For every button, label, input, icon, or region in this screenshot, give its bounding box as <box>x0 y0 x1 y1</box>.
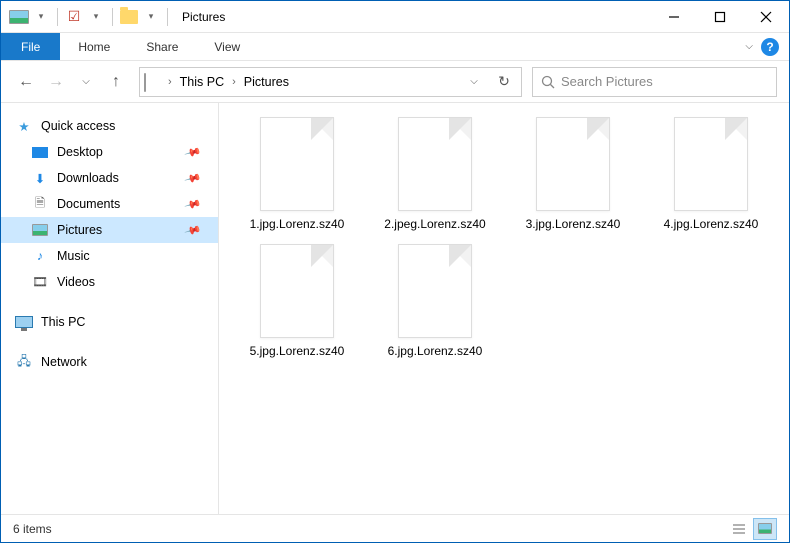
address-dropdown-icon[interactable]: ⌵ <box>461 69 487 95</box>
pin-icon: 📌 <box>184 169 202 187</box>
sidebar-item-label: Documents <box>57 197 120 211</box>
file-icon <box>536 117 610 211</box>
file-item[interactable]: 3.jpg.Lorenz.sz40 <box>513 117 633 232</box>
divider <box>167 8 168 26</box>
desktop-icon <box>31 143 49 161</box>
explorer-window: ▾ ☑ ▾ ▾ Pictures File Home Share View ⌵ … <box>0 0 790 543</box>
sidebar-item-documents[interactable]: 🗎 Documents 📌 <box>1 191 218 217</box>
divider <box>57 8 58 26</box>
body: ★ Quick access Desktop 📌 ⬇ Downloads 📌 🗎… <box>1 103 789 514</box>
file-icon <box>398 244 472 338</box>
window-controls <box>651 2 789 32</box>
divider <box>112 8 113 26</box>
details-view-button[interactable] <box>727 518 751 540</box>
help-icon[interactable]: ? <box>761 38 779 56</box>
app-icon <box>9 7 29 27</box>
expand-ribbon-icon[interactable]: ⌵ <box>745 41 753 52</box>
tab-home[interactable]: Home <box>60 33 128 60</box>
pin-icon: 📌 <box>184 143 202 161</box>
chevron-right-icon[interactable]: › <box>232 76 236 88</box>
sidebar-item-desktop[interactable]: Desktop 📌 <box>1 139 218 165</box>
tab-view[interactable]: View <box>196 33 258 60</box>
qat-properties-icon[interactable]: ☑ <box>64 7 84 27</box>
forward-button[interactable]: → <box>43 69 69 95</box>
minimize-button[interactable] <box>651 2 697 32</box>
qat-folder-icon[interactable] <box>119 7 139 27</box>
location-icon <box>144 74 164 90</box>
qat-chevron-icon[interactable]: ▾ <box>31 7 51 27</box>
navbar: ← → ⌵ ↑ › This PC › Pictures ⌵ ↻ <box>1 61 789 103</box>
sidebar-label: This PC <box>41 315 85 329</box>
file-icon <box>260 244 334 338</box>
sidebar-item-downloads[interactable]: ⬇ Downloads 📌 <box>1 165 218 191</box>
sidebar-item-label: Downloads <box>57 171 119 185</box>
up-button[interactable]: ↑ <box>103 69 129 95</box>
status-bar: 6 items <box>1 514 789 542</box>
sidebar-item-label: Desktop <box>57 145 103 159</box>
star-icon: ★ <box>15 117 33 135</box>
file-item[interactable]: 5.jpg.Lorenz.sz40 <box>237 244 357 359</box>
back-button[interactable]: ← <box>13 69 39 95</box>
file-name: 1.jpg.Lorenz.sz40 <box>250 217 345 232</box>
file-view[interactable]: 1.jpg.Lorenz.sz40 2.jpeg.Lorenz.sz40 3.j… <box>219 103 789 514</box>
file-item[interactable]: 1.jpg.Lorenz.sz40 <box>237 117 357 232</box>
file-grid: 1.jpg.Lorenz.sz40 2.jpeg.Lorenz.sz40 3.j… <box>237 117 779 359</box>
network-icon: 🖧 <box>15 353 33 371</box>
file-name: 2.jpeg.Lorenz.sz40 <box>384 217 485 232</box>
file-item[interactable]: 4.jpg.Lorenz.sz40 <box>651 117 771 232</box>
breadcrumb-pictures[interactable]: Pictures <box>240 75 293 89</box>
breadcrumb-this-pc[interactable]: This PC <box>176 75 228 89</box>
refresh-button[interactable]: ↻ <box>491 69 517 95</box>
sidebar-item-videos[interactable]: 🎞 Videos <box>1 269 218 295</box>
qat-chevron-icon[interactable]: ▾ <box>86 7 106 27</box>
sidebar-item-music[interactable]: ♪ Music <box>1 243 218 269</box>
qat: ▾ ☑ ▾ ▾ Pictures <box>1 7 225 27</box>
icons-view-button[interactable] <box>753 518 777 540</box>
this-pc-icon <box>15 313 33 331</box>
window-title: Pictures <box>182 10 225 24</box>
sidebar-quick-access[interactable]: ★ Quick access <box>1 113 218 139</box>
sidebar-item-label: Music <box>57 249 90 263</box>
sidebar-item-label: Pictures <box>57 223 102 237</box>
recent-dropdown-icon[interactable]: ⌵ <box>73 69 99 95</box>
pictures-icon <box>31 221 49 239</box>
documents-icon: 🗎 <box>31 195 49 213</box>
file-item[interactable]: 2.jpeg.Lorenz.sz40 <box>375 117 495 232</box>
file-item[interactable]: 6.jpg.Lorenz.sz40 <box>375 244 495 359</box>
titlebar: ▾ ☑ ▾ ▾ Pictures <box>1 1 789 33</box>
search-box[interactable] <box>532 67 777 97</box>
close-button[interactable] <box>743 2 789 32</box>
videos-icon: 🎞 <box>31 273 49 291</box>
pin-icon: 📌 <box>184 221 202 239</box>
sidebar-this-pc[interactable]: This PC <box>1 309 218 335</box>
sidebar-network[interactable]: 🖧 Network <box>1 349 218 375</box>
file-name: 5.jpg.Lorenz.sz40 <box>250 344 345 359</box>
file-name: 4.jpg.Lorenz.sz40 <box>664 217 759 232</box>
qat-dropdown-icon[interactable]: ▾ <box>141 7 161 27</box>
file-icon <box>398 117 472 211</box>
sidebar-label: Quick access <box>41 119 115 133</box>
file-name: 3.jpg.Lorenz.sz40 <box>526 217 621 232</box>
file-icon <box>260 117 334 211</box>
maximize-button[interactable] <box>697 2 743 32</box>
sidebar-item-label: Videos <box>57 275 95 289</box>
address-bar[interactable]: › This PC › Pictures ⌵ ↻ <box>139 67 522 97</box>
pin-icon: 📌 <box>184 195 202 213</box>
sidebar-label: Network <box>41 355 87 369</box>
file-tab[interactable]: File <box>1 33 60 60</box>
nav-pane: ★ Quick access Desktop 📌 ⬇ Downloads 📌 🗎… <box>1 103 219 514</box>
tab-share[interactable]: Share <box>128 33 196 60</box>
file-name: 6.jpg.Lorenz.sz40 <box>388 344 483 359</box>
item-count: 6 items <box>13 522 52 536</box>
search-input[interactable] <box>561 74 768 89</box>
file-icon <box>674 117 748 211</box>
chevron-right-icon[interactable]: › <box>168 76 172 88</box>
search-icon <box>541 75 555 89</box>
sidebar-item-pictures[interactable]: Pictures 📌 <box>1 217 218 243</box>
ribbon: File Home Share View ⌵ ? <box>1 33 789 61</box>
download-icon: ⬇ <box>31 169 49 187</box>
music-icon: ♪ <box>31 247 49 265</box>
